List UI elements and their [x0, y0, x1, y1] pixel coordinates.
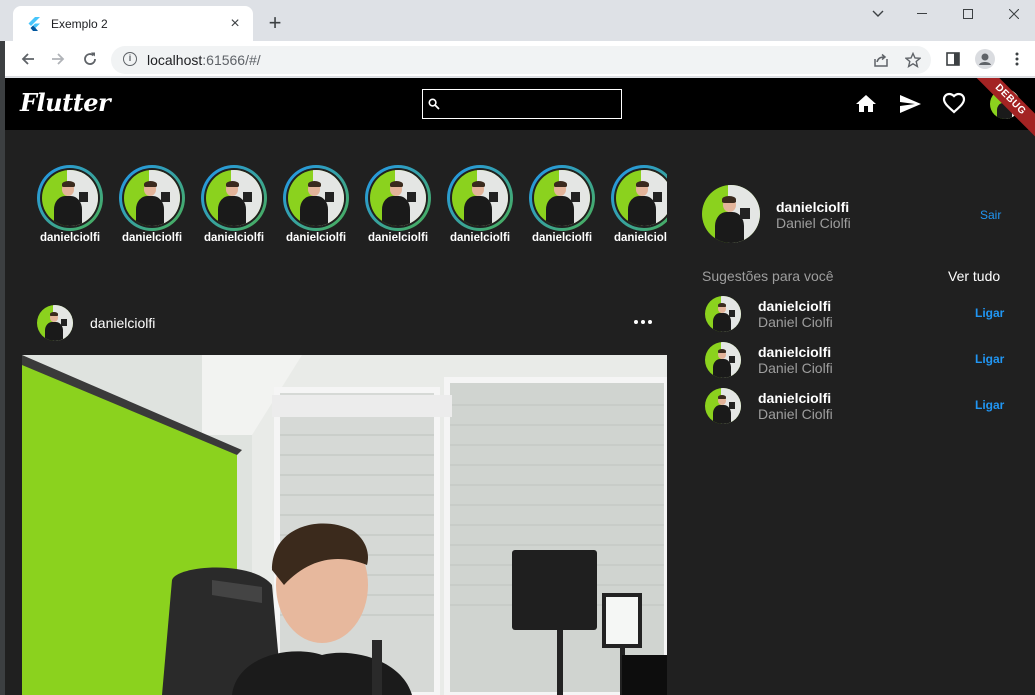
story-avatar [124, 170, 180, 226]
story-avatar [206, 170, 262, 226]
app-logo: Flutter [20, 88, 111, 117]
suggestion-full-name: Daniel Ciolfi [758, 406, 833, 422]
menu-kebab-icon[interactable] [1005, 47, 1029, 71]
story-ring [201, 165, 267, 231]
story-avatar [42, 170, 98, 226]
send-icon[interactable] [898, 92, 922, 116]
story-username: danielciolfi [367, 232, 429, 244]
sidebar-username: danielciolfi [776, 199, 850, 215]
story-ring [365, 165, 431, 231]
forward-arrow-icon[interactable] [46, 47, 70, 71]
url-text[interactable]: localhost:61566/#/ [147, 52, 261, 68]
profile-icon[interactable] [973, 47, 997, 71]
heart-icon[interactable] [942, 92, 966, 116]
tab-title: Exemplo 2 [51, 16, 108, 31]
reload-icon[interactable] [78, 47, 102, 71]
stories-row[interactable]: danielciolfi danielciolfi danielciolfi d… [5, 130, 667, 260]
suggestion-username: danielciolfi [758, 390, 832, 406]
app-bar: Flutter DEBUG [5, 78, 1035, 145]
flutter-app: Flutter DEBUG danielciolfi danielciolfi … [5, 78, 1035, 695]
suggestion-full-name: Daniel Ciolfi [758, 314, 833, 330]
story-item[interactable]: danielciolfi [363, 165, 433, 244]
suggestion-full-name: Daniel Ciolfi [758, 360, 833, 376]
story-username: danielciolfi [121, 232, 183, 244]
story-avatar [370, 170, 426, 226]
connect-button[interactable]: Ligar [975, 352, 1004, 366]
story-username: danielciolfi [531, 232, 593, 244]
share-icon[interactable] [869, 48, 893, 72]
search-icon [428, 97, 440, 115]
story-ring [119, 165, 185, 231]
bookmark-star-icon[interactable] [901, 48, 925, 72]
connect-button[interactable]: Ligar [975, 306, 1004, 320]
story-item[interactable]: danielciolfi [35, 165, 105, 244]
window-close-icon[interactable] [991, 0, 1035, 28]
story-ring [447, 165, 513, 231]
suggestion-username: danielciolfi [758, 344, 832, 360]
post-photo-illustration [22, 355, 667, 695]
sidebar-full-name: Daniel Ciolfi [776, 215, 851, 231]
close-tab-icon[interactable]: × [227, 15, 243, 32]
sidebar-profile-avatar[interactable] [702, 185, 760, 243]
suggestion-item: danielciolfi Daniel Ciolfi Ligar [705, 388, 1030, 428]
post-header: danielciolfi [22, 305, 667, 341]
suggestion-item: danielciolfi Daniel Ciolfi Ligar [705, 342, 1030, 382]
story-ring [529, 165, 595, 231]
minimize-icon[interactable] [899, 0, 945, 28]
browser-window: Exemplo 2 × + i localhost:61566/#/ Flutt… [0, 0, 1035, 695]
suggestion-avatar[interactable] [705, 296, 741, 332]
search-input[interactable] [445, 94, 617, 114]
tab-strip: Exemplo 2 × + [0, 0, 1035, 41]
post-image[interactable] [22, 355, 667, 695]
story-item[interactable]: danielciolfi [281, 165, 351, 244]
suggestion-username: danielciolfi [758, 298, 832, 314]
more-options-icon[interactable] [634, 320, 652, 324]
connect-button[interactable]: Ligar [975, 398, 1004, 412]
tab-search-chevron-icon[interactable] [855, 0, 901, 28]
suggestion-avatar[interactable] [705, 388, 741, 424]
post-username[interactable]: danielciolfi [90, 315, 155, 331]
story-username: danielciolfi [39, 232, 101, 244]
suggestion-item: danielciolfi Daniel Ciolfi Ligar [705, 296, 1030, 336]
story-ring [283, 165, 349, 231]
story-avatar [616, 170, 667, 226]
maximize-icon[interactable] [945, 0, 991, 28]
story-username: danielciolfi [613, 232, 667, 244]
story-avatar [288, 170, 344, 226]
new-tab-button[interactable]: + [264, 12, 286, 35]
story-avatar [452, 170, 508, 226]
search-box[interactable] [422, 89, 622, 119]
story-item[interactable]: danielciolfi [527, 165, 597, 244]
logout-button[interactable]: Sair [980, 208, 1001, 222]
story-ring [611, 165, 667, 231]
suggestion-avatar[interactable] [705, 342, 741, 378]
url-path: :61566/#/ [202, 52, 261, 68]
browser-toolbar: i localhost:61566/#/ [0, 41, 1035, 77]
back-arrow-icon[interactable] [16, 47, 40, 71]
story-username: danielciolfi [285, 232, 347, 244]
story-username: danielciolfi [203, 232, 265, 244]
suggestions-title: Sugestões para você [702, 268, 834, 284]
post-avatar[interactable] [37, 305, 73, 341]
story-username: danielciolfi [449, 232, 511, 244]
story-item[interactable]: danielciolfi [609, 165, 667, 244]
side-panel-icon[interactable] [941, 47, 965, 71]
flutter-favicon-icon [27, 16, 41, 31]
story-item[interactable]: danielciolfi [199, 165, 269, 244]
address-bar[interactable]: i localhost:61566/#/ [111, 46, 931, 74]
home-icon[interactable] [854, 92, 878, 116]
story-item[interactable]: danielciolfi [445, 165, 515, 244]
site-info-icon[interactable]: i [123, 52, 137, 66]
see-all-button[interactable]: Ver tudo [948, 268, 1000, 284]
story-ring [37, 165, 103, 231]
story-avatar [534, 170, 590, 226]
story-item[interactable]: danielciolfi [117, 165, 187, 244]
browser-tab[interactable]: Exemplo 2 × [13, 6, 253, 41]
url-host: localhost [147, 52, 203, 68]
